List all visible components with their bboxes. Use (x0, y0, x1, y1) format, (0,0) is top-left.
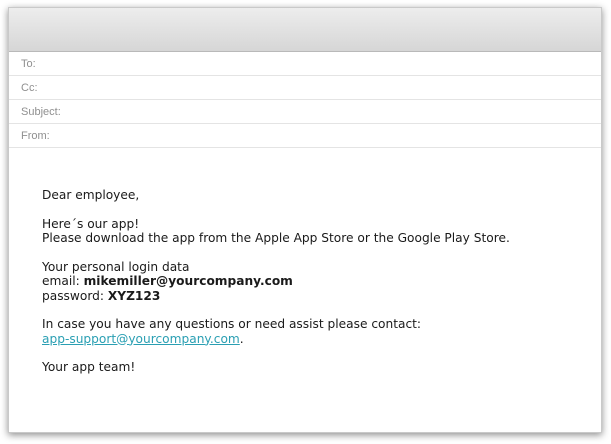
from-label: From: (21, 129, 50, 142)
login-heading: Your personal login data (42, 259, 190, 274)
to-row: To: (9, 51, 601, 76)
subject-field[interactable] (60, 99, 601, 124)
to-field[interactable] (35, 51, 601, 76)
cc-field[interactable] (37, 75, 601, 100)
from-row: From: (9, 123, 601, 148)
intro-line-2: Please download the app from the Apple A… (42, 231, 510, 245)
email-label: email: (42, 274, 84, 288)
signoff-text: Your app team! (42, 360, 136, 374)
cc-row: Cc: (9, 75, 601, 100)
contact-paragraph: In case you have any questions or need a… (42, 317, 582, 346)
email-value: mikemiller@yourcompany.com (83, 274, 293, 288)
subject-label: Subject: (21, 105, 61, 118)
password-value: XYZ123 (107, 288, 161, 303)
contact-text: In case you have any questions or need a… (42, 317, 422, 331)
support-email-link[interactable]: app-support@yourcompany.com (42, 332, 240, 346)
window-titlebar[interactable] (9, 8, 601, 52)
intro-line-1: Here´s our app! (42, 216, 140, 231)
password-line: password: XYZ123 (42, 289, 582, 304)
to-label: To: (21, 57, 36, 70)
cc-label: Cc: (21, 81, 38, 94)
intro-paragraph: Here´s our app! Please download the app … (42, 217, 582, 246)
greeting-text: Dear employee, (42, 188, 140, 202)
subject-row: Subject: (9, 99, 601, 124)
email-line: email: mikemiller@yourcompany.com (42, 274, 582, 289)
password-label: password: (42, 288, 108, 303)
login-paragraph: Your personal login data email: mikemill… (42, 260, 582, 304)
message-header-fields: To: Cc: Subject: From: (9, 51, 601, 148)
greeting-paragraph: Dear employee, (42, 188, 582, 203)
support-link-suffix: . (239, 331, 244, 346)
support-line: app-support@yourcompany.com. (42, 332, 582, 347)
signoff-paragraph: Your app team! (42, 360, 582, 375)
compose-window: To: Cc: Subject: From: Dear employee, He… (8, 7, 602, 433)
from-field[interactable] (49, 123, 601, 148)
message-body[interactable]: Dear employee, Here´s our app! Please do… (42, 188, 582, 389)
